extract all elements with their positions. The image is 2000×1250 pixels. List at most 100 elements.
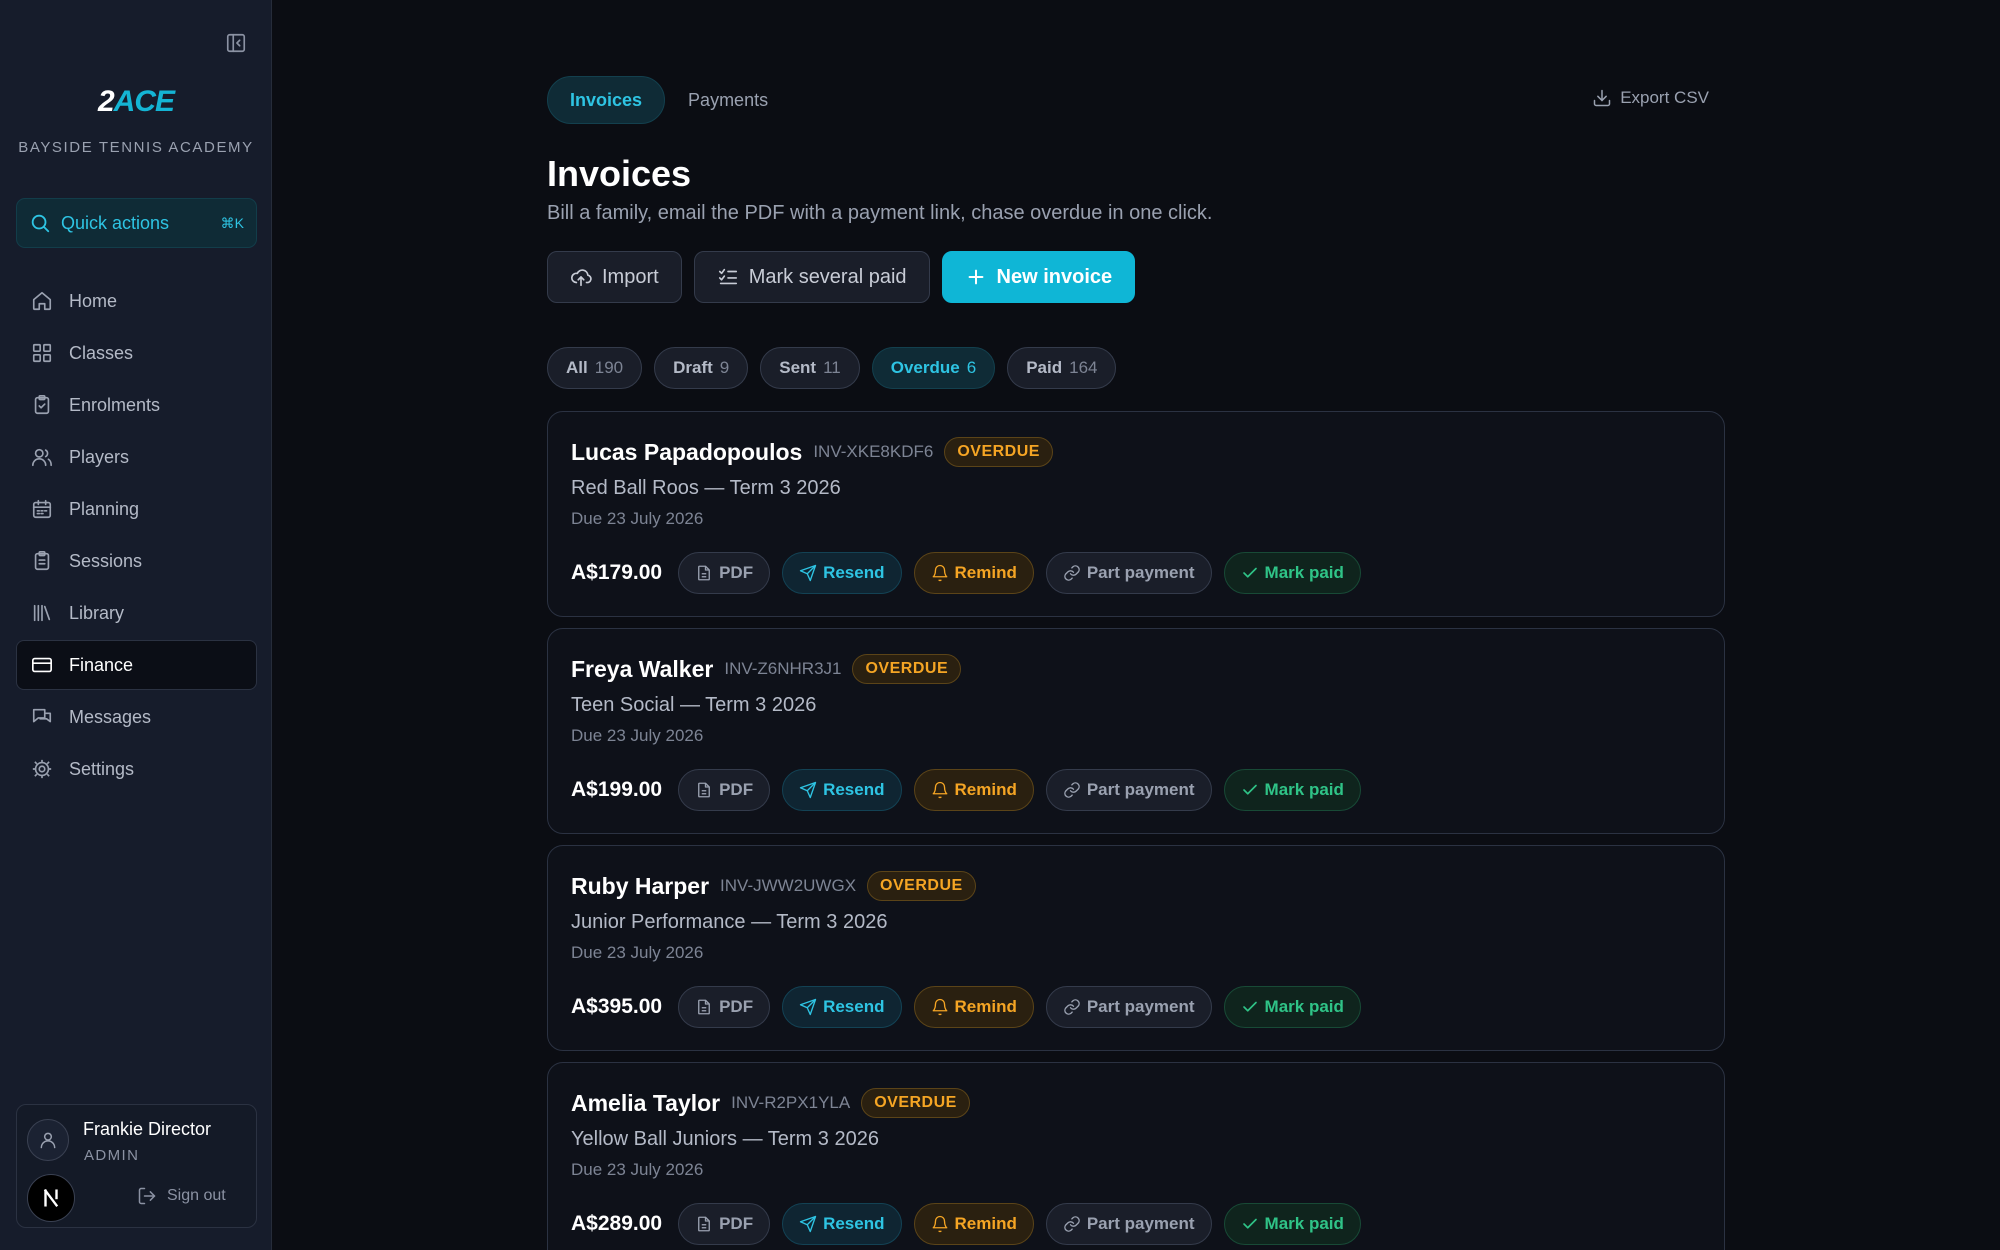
sidebar-item-messages[interactable]: Messages: [16, 692, 257, 742]
sidebar-item-label: Finance: [69, 654, 134, 675]
remind-button[interactable]: Remind: [913, 1203, 1034, 1245]
sidebar-nav: Home Classes Enrolments Players Planning…: [16, 276, 257, 796]
sidebar-toggle-icon: [226, 33, 246, 53]
new-invoice-button[interactable]: New invoice: [941, 251, 1136, 303]
collapse-sidebar-button[interactable]: [224, 31, 248, 55]
sidebar-item-home[interactable]: Home: [16, 276, 257, 326]
remind-button[interactable]: Remind: [913, 552, 1034, 594]
mark-paid-button[interactable]: Mark paid: [1223, 769, 1361, 811]
check-icon: [1242, 1218, 1257, 1229]
part-payment-button[interactable]: Part payment: [1045, 769, 1212, 811]
invoice-description: Yellow Ball Juniors — Term 3 2026: [571, 1128, 879, 1150]
check-icon: [1242, 1001, 1257, 1012]
invoice-card[interactable]: Lucas Papadopoulos INV-XKE8KDF6 OVERDUE …: [547, 411, 1725, 617]
sign-out-button[interactable]: Sign out: [137, 1186, 226, 1206]
invoice-actions: A$289.00 PDF Resend Remind Part payment …: [571, 1203, 1373, 1245]
pdf-button[interactable]: PDF: [678, 552, 771, 594]
part-payment-button[interactable]: Part payment: [1045, 552, 1212, 594]
filter-count: 11: [823, 358, 841, 377]
resend-button[interactable]: Resend: [782, 769, 902, 811]
sidebar-item-settings[interactable]: Settings: [16, 744, 257, 794]
filter-draft[interactable]: Draft 9: [654, 347, 749, 389]
quick-actions-button[interactable]: Quick actions ⌘K: [16, 198, 257, 248]
part-payment-button[interactable]: Part payment: [1045, 986, 1212, 1028]
filter-sent[interactable]: Sent 11: [760, 347, 860, 389]
invoice-card[interactable]: Freya Walker INV-Z6NHR3J1 OVERDUE Teen S…: [547, 628, 1725, 834]
pdf-button[interactable]: PDF: [678, 769, 771, 811]
filter-overdue[interactable]: Overdue 6: [871, 347, 996, 389]
status-badge: OVERDUE: [852, 654, 962, 684]
sidebar-item-library[interactable]: Library: [16, 588, 257, 638]
part-payment-button[interactable]: Part payment: [1045, 1203, 1212, 1245]
status-badge: OVERDUE: [944, 437, 1053, 467]
sidebar-item-planning[interactable]: Planning: [16, 484, 257, 534]
org-name: BAYSIDE TENNIS ACADEMY: [18, 139, 254, 156]
sidebar-item-players[interactable]: Players: [16, 432, 257, 482]
file-icon: [698, 1216, 711, 1232]
filter-label: Draft: [673, 358, 713, 377]
resend-button[interactable]: Resend: [782, 1203, 902, 1245]
status-badge: OVERDUE: [867, 871, 976, 901]
sidebar-item-classes[interactable]: Classes: [16, 328, 257, 378]
remind-label: Remind: [954, 563, 1017, 582]
list-check-icon: [718, 268, 737, 285]
invoice-number: INV-R2PX1YLA: [731, 1093, 851, 1112]
invoice-number: INV-XKE8KDF6: [813, 442, 934, 461]
invoice-card[interactable]: Amelia Taylor INV-R2PX1YLA OVERDUE Yello…: [547, 1062, 1725, 1250]
download-icon: [1593, 89, 1611, 107]
sidebar-item-label: Classes: [69, 342, 134, 363]
part-payment-label: Part payment: [1086, 780, 1195, 799]
avatar[interactable]: [27, 1119, 69, 1161]
filter-all[interactable]: All 190: [547, 347, 643, 389]
mark-paid-button[interactable]: Mark paid: [1223, 552, 1361, 594]
n-badge-icon[interactable]: [27, 1174, 75, 1222]
pdf-button[interactable]: PDF: [678, 986, 771, 1028]
resend-button[interactable]: Resend: [782, 986, 902, 1028]
invoice-card[interactable]: Ruby Harper INV-JWW2UWGX OVERDUE Junior …: [547, 845, 1725, 1051]
mark-several-paid-button[interactable]: Mark several paid: [693, 251, 930, 303]
remind-button[interactable]: Remind: [913, 986, 1034, 1028]
invoice-amount: A$199.00: [571, 778, 663, 801]
invoice-header: Ruby Harper INV-JWW2UWGX OVERDUE: [571, 871, 976, 901]
file-icon: [698, 565, 711, 581]
link-icon: [1064, 1216, 1080, 1232]
invoice-due-date: Due 23 July 2026: [571, 943, 704, 962]
invoice-customer-name: Amelia Taylor: [571, 1089, 721, 1116]
status-filters: All 190 Draft 9 Sent 11 Overdue 6 Paid 164: [547, 347, 1117, 389]
mark-paid-button[interactable]: Mark paid: [1223, 986, 1361, 1028]
sidebar-item-finance[interactable]: Finance: [16, 640, 257, 690]
invoice-amount: A$395.00: [571, 995, 663, 1018]
check-icon: [1242, 567, 1257, 578]
sidebar-item-sessions[interactable]: Sessions: [16, 536, 257, 586]
filter-paid[interactable]: Paid 164: [1007, 347, 1117, 389]
page-subtitle: Bill a family, email the PDF with a paym…: [547, 202, 1213, 224]
user-icon: [40, 1132, 56, 1149]
plus-icon: [968, 269, 983, 285]
grid-icon: [32, 343, 52, 363]
tab-invoices[interactable]: Invoices: [547, 76, 666, 124]
invoice-customer-name: Freya Walker: [571, 655, 714, 682]
export-csv-button[interactable]: Export CSV: [1592, 88, 1709, 108]
remind-button[interactable]: Remind: [913, 769, 1034, 811]
mark-paid-label: Mark paid: [1264, 1214, 1344, 1233]
filter-count: 6: [966, 358, 977, 377]
clipboard-list-icon: [34, 551, 50, 571]
pdf-button[interactable]: PDF: [678, 1203, 771, 1245]
import-button[interactable]: Import: [547, 251, 682, 303]
user-card: Frankie Director ADMIN Sign out: [16, 1104, 257, 1228]
mark-paid-label: Mark paid: [1264, 563, 1344, 582]
mark-paid-button[interactable]: Mark paid: [1223, 1203, 1361, 1245]
resend-label: Resend: [823, 997, 885, 1016]
sidebar-item-label: Home: [69, 290, 118, 311]
resend-label: Resend: [823, 563, 885, 582]
n-logo-icon: [43, 1188, 59, 1208]
tab-payments[interactable]: Payments: [665, 76, 791, 124]
filter-label: All: [566, 358, 588, 377]
mark-several-paid-label: Mark several paid: [748, 265, 907, 288]
send-icon: [799, 781, 817, 799]
sidebar-item-enrolments[interactable]: Enrolments: [16, 380, 257, 430]
invoice-description: Junior Performance — Term 3 2026: [571, 911, 888, 933]
bell-icon: [932, 1215, 947, 1233]
user-role: ADMIN: [84, 1147, 140, 1164]
resend-button[interactable]: Resend: [782, 552, 902, 594]
